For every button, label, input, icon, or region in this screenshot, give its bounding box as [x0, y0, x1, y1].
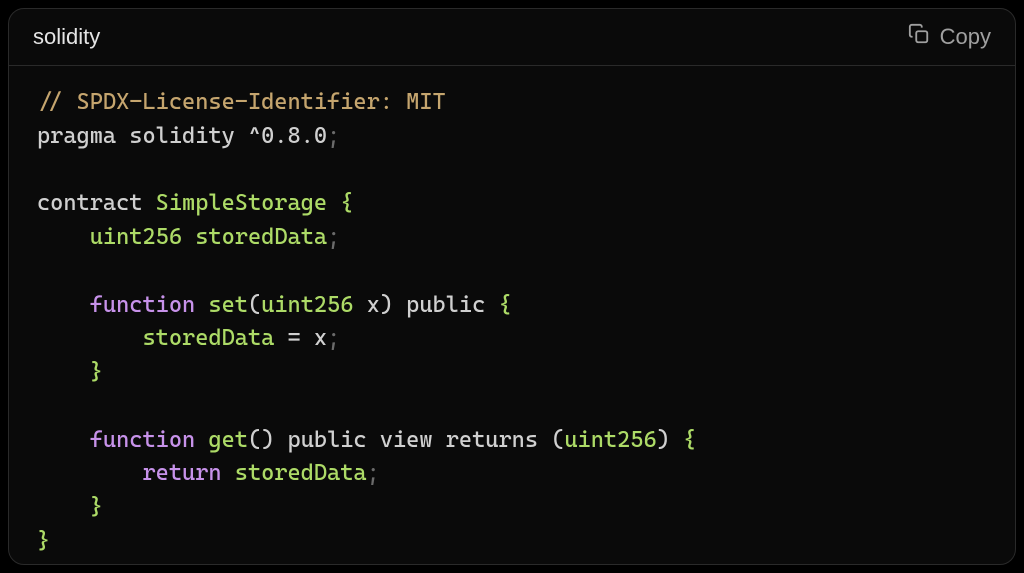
- code-token: [327, 190, 340, 216]
- code-token: ;: [327, 123, 340, 149]
- code-token: uint256: [564, 427, 656, 453]
- code-token: function: [90, 292, 195, 318]
- code-token: ): [657, 427, 670, 453]
- code-token: (: [248, 292, 261, 318]
- code-token: storedData: [195, 224, 327, 250]
- code-token: uint256: [90, 224, 182, 250]
- code-token: [195, 427, 208, 453]
- code-token: [195, 292, 208, 318]
- code-content: // SPDX-License-Identifier: MIT pragma s…: [37, 86, 987, 559]
- code-token: storedData: [142, 325, 274, 351]
- code-token: [37, 325, 142, 351]
- code-token: public view returns: [274, 427, 551, 453]
- code-token: uint256: [261, 292, 353, 318]
- code-token: ;: [327, 325, 340, 351]
- code-token: [274, 325, 287, 351]
- code-token: [37, 359, 90, 385]
- language-label: solidity: [33, 24, 100, 50]
- code-token: {: [340, 190, 353, 216]
- code-token: ;: [367, 460, 380, 486]
- code-token: [37, 460, 142, 486]
- code-block: solidity Copy // SPDX-License-Identifier…: [8, 8, 1016, 565]
- code-token: [182, 224, 195, 250]
- code-token: function: [90, 427, 195, 453]
- code-header: solidity Copy: [9, 9, 1015, 66]
- code-token: ^: [248, 123, 261, 149]
- code-token: (: [551, 427, 564, 453]
- code-token: storedData: [235, 460, 367, 486]
- code-token: [37, 427, 90, 453]
- code-token: {: [683, 427, 696, 453]
- code-token: }: [37, 528, 50, 554]
- copy-icon: [908, 23, 930, 51]
- code-token: [670, 427, 683, 453]
- code-token: set: [208, 292, 248, 318]
- code-token: [37, 292, 90, 318]
- code-body: // SPDX-License-Identifier: MIT pragma s…: [9, 66, 1015, 564]
- code-token: ): [380, 292, 393, 318]
- code-token: get: [208, 427, 248, 453]
- code-token: [222, 460, 235, 486]
- code-token: x: [353, 292, 379, 318]
- code-token: =: [288, 325, 301, 351]
- code-token: // SPDX-License-Identifier: MIT: [37, 89, 446, 115]
- code-token: ;: [327, 224, 340, 250]
- code-token: (): [248, 427, 274, 453]
- code-token: 0.8.0: [261, 123, 327, 149]
- code-token: pragma solidity: [37, 123, 248, 149]
- copy-button[interactable]: Copy: [908, 23, 991, 51]
- code-token: public: [393, 292, 498, 318]
- code-token: return: [142, 460, 221, 486]
- code-token: [37, 224, 90, 250]
- code-token: contract: [37, 190, 156, 216]
- copy-label: Copy: [940, 24, 991, 50]
- code-token: {: [498, 292, 511, 318]
- code-token: }: [90, 359, 103, 385]
- code-token: [37, 494, 90, 520]
- code-token: }: [90, 494, 103, 520]
- code-token: SimpleStorage: [156, 190, 327, 216]
- code-token: x: [301, 325, 327, 351]
